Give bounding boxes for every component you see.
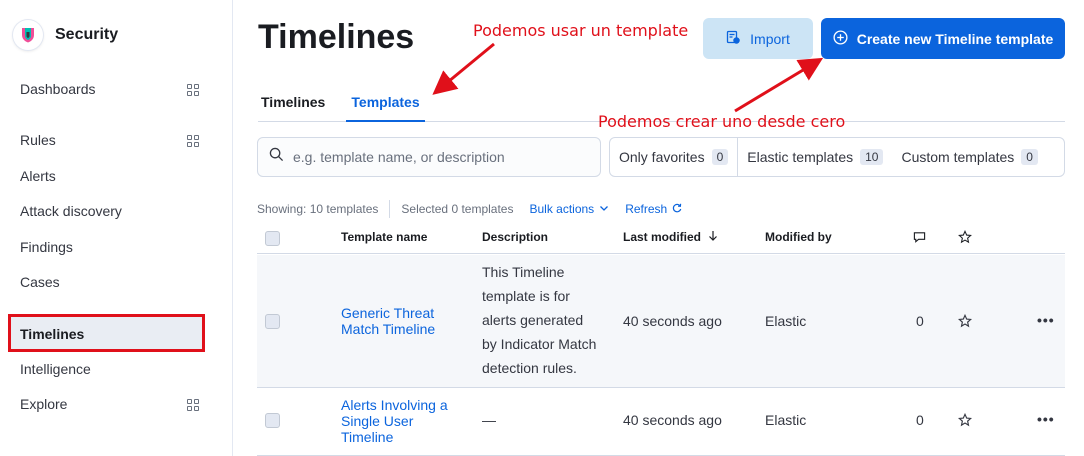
comment-icon: [913, 231, 926, 249]
star-icon[interactable]: [957, 412, 973, 432]
filter-label: Only favorites: [619, 149, 705, 165]
create-timeline-template-button[interactable]: Create new Timeline template: [821, 18, 1065, 59]
modified-by: Elastic: [765, 412, 807, 428]
description-line: template is for: [482, 288, 570, 304]
select-all-checkbox[interactable]: [265, 231, 280, 246]
sidebar-item-intelligence[interactable]: Intelligence: [20, 361, 91, 377]
sidebar-item-alerts[interactable]: Alerts: [20, 168, 56, 184]
annotation-template-note: Podemos usar un template: [473, 21, 689, 40]
sort-down-icon: [708, 230, 718, 244]
divider: [389, 200, 391, 218]
grid-icon[interactable]: [187, 135, 199, 147]
arrow-to-templates-tab: [432, 42, 495, 95]
brand[interactable]: Security: [13, 20, 118, 50]
notes-count: 0: [916, 313, 924, 329]
template-description: —: [482, 412, 496, 428]
description-line: detection rules.: [482, 360, 577, 376]
last-modified: 40 seconds ago: [623, 412, 722, 428]
last-modified: 40 seconds ago: [623, 313, 722, 329]
sidebar: Security Dashboards Rules Alerts Attack …: [0, 0, 233, 456]
sidebar-item-findings[interactable]: Findings: [20, 239, 73, 255]
create-button-label: Create new Timeline template: [856, 30, 1054, 47]
filter-count-badge: 10: [860, 149, 884, 165]
table-meta: Showing: 10 templates Selected 0 templat…: [257, 200, 682, 218]
notes-count: 0: [916, 412, 924, 428]
tab-timelines[interactable]: Timelines: [261, 94, 325, 110]
refresh-label: Refresh: [625, 202, 668, 216]
filter-label: Custom templates: [901, 149, 1015, 165]
template-name-link[interactable]: Generic Threat Match Timeline: [341, 305, 435, 337]
annotation-create-note: Podemos crear uno desde cero: [598, 112, 846, 131]
template-description: This Timeline template is for alerts gen…: [482, 260, 596, 380]
table-row[interactable]: Alerts Involving a Single User Timeline …: [257, 389, 1065, 456]
search-icon: [269, 147, 284, 167]
template-name-line: Single User: [341, 413, 414, 429]
grid-icon[interactable]: [187, 84, 199, 96]
search-input[interactable]: [293, 149, 593, 165]
refresh-icon: [672, 202, 682, 216]
column-description: Description: [482, 230, 549, 244]
plus-circle-icon: [833, 29, 848, 48]
column-template-name[interactable]: Template name: [341, 230, 427, 244]
template-name-line: Timeline: [341, 429, 394, 445]
template-name-line: Generic Threat: [341, 305, 435, 321]
search-box[interactable]: [257, 137, 601, 177]
table-row[interactable]: Generic Threat Match Timeline This Timel…: [257, 255, 1065, 388]
sidebar-item-dashboards[interactable]: Dashboards: [20, 81, 96, 97]
security-logo-icon: [13, 20, 43, 50]
template-name-line: Alerts Involving a: [341, 397, 448, 413]
bulk-actions-label: Bulk actions: [529, 202, 595, 216]
description-line: by Indicator Match: [482, 336, 597, 352]
filter-count-badge: 0: [1021, 149, 1038, 165]
filter-label: Elastic templates: [747, 149, 854, 165]
template-name-link[interactable]: Alerts Involving a Single User Timeline: [341, 397, 448, 445]
column-label: Last modified: [623, 230, 702, 244]
template-name-line: Match Timeline: [341, 321, 436, 337]
refresh-button[interactable]: Refresh: [625, 202, 682, 216]
sidebar-item-label: Timelines: [20, 326, 85, 342]
tab-templates[interactable]: Templates: [346, 94, 425, 122]
sidebar-item-explore[interactable]: Explore: [20, 396, 67, 412]
star-icon[interactable]: [957, 313, 973, 333]
page-title: Timelines: [258, 18, 415, 56]
sidebar-item-cases[interactable]: Cases: [20, 274, 60, 290]
sidebar-item-attack-discovery[interactable]: Attack discovery: [20, 203, 122, 219]
star-icon: [958, 230, 972, 249]
sidebar-item-rules[interactable]: Rules: [20, 132, 56, 148]
chevron-down-icon: [599, 202, 609, 216]
row-checkbox[interactable]: [265, 314, 280, 329]
description-line: This Timeline: [482, 264, 565, 280]
filter-group: Only favorites 0 Elastic templates 10 Cu…: [609, 137, 1065, 177]
description-line: alerts generated: [482, 312, 584, 328]
more-actions-icon[interactable]: •••: [1037, 411, 1055, 427]
import-icon: [726, 30, 740, 47]
column-modified-by[interactable]: Modified by: [765, 230, 832, 244]
filter-custom-templates[interactable]: Custom templates 0: [892, 138, 1047, 176]
sidebar-item-timelines[interactable]: Timelines: [8, 314, 205, 352]
filter-count-badge: 0: [711, 149, 729, 165]
filter-only-favorites[interactable]: Only favorites 0: [610, 138, 737, 176]
more-actions-icon[interactable]: •••: [1037, 312, 1055, 328]
bulk-actions-button[interactable]: Bulk actions: [529, 202, 609, 216]
import-button-label: Import: [750, 30, 790, 47]
row-checkbox[interactable]: [265, 413, 280, 428]
showing-count: Showing: 10 templates: [257, 202, 379, 216]
selected-count: Selected 0 templates: [401, 202, 514, 216]
grid-icon[interactable]: [187, 399, 199, 411]
column-last-modified[interactable]: Last modified: [623, 230, 718, 244]
filter-elastic-templates[interactable]: Elastic templates 10: [737, 138, 892, 176]
app-title: Security: [55, 26, 119, 43]
import-button[interactable]: Import: [703, 18, 813, 59]
table-header: Template name Description Last modified …: [257, 224, 1065, 254]
modified-by: Elastic: [765, 313, 807, 329]
